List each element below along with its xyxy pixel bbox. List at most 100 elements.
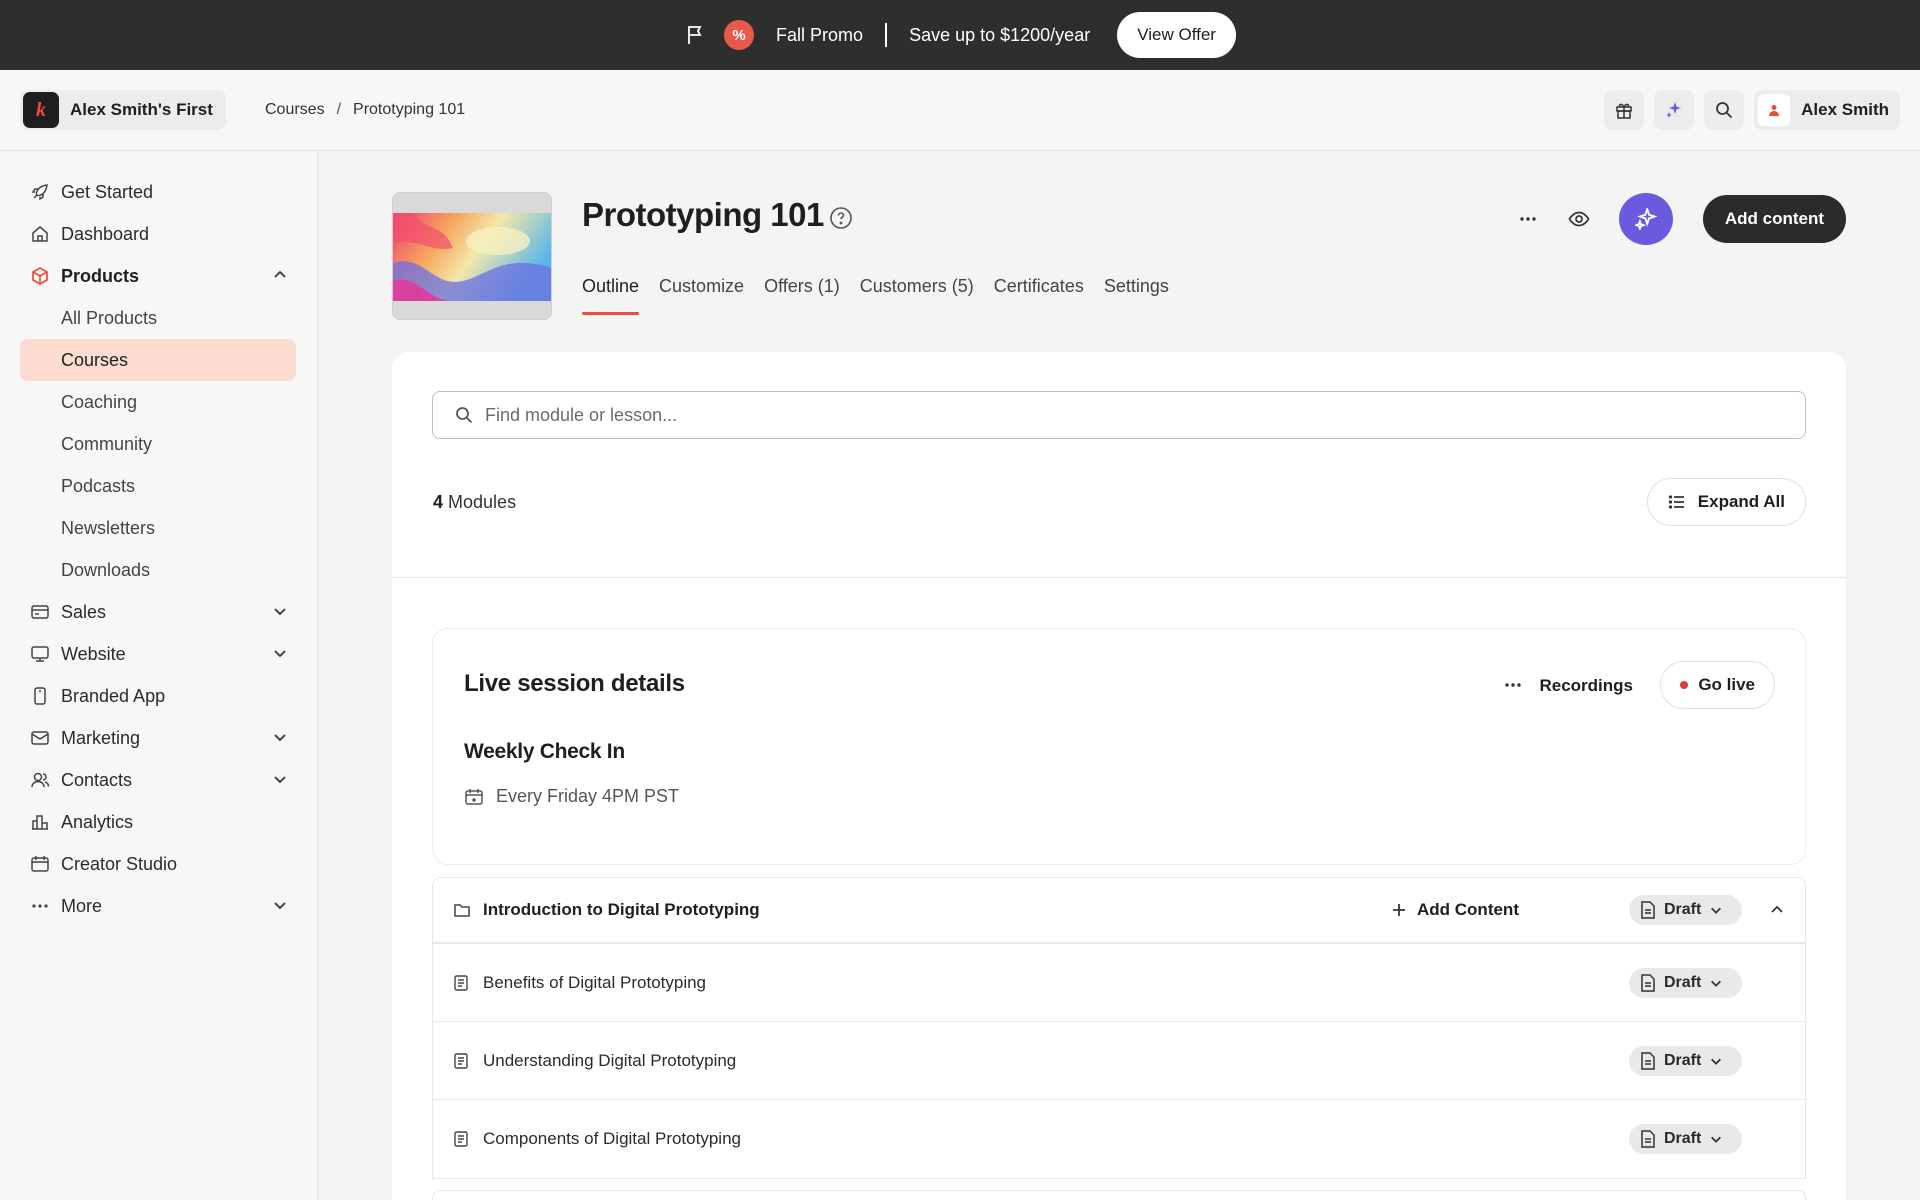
sidebar-item-downloads[interactable]: Downloads bbox=[20, 549, 296, 591]
add-module-content-button[interactable]: Add Content bbox=[1391, 900, 1519, 920]
more-options-button[interactable] bbox=[1510, 201, 1546, 237]
list-icon bbox=[1668, 495, 1684, 509]
sidebar-item-podcasts[interactable]: Podcasts bbox=[20, 465, 296, 507]
help-circle-icon[interactable] bbox=[829, 206, 853, 230]
sidebar-item-label: Products bbox=[61, 265, 140, 286]
status-dropdown[interactable]: Draft bbox=[1629, 895, 1742, 925]
expand-all-button[interactable]: Expand All bbox=[1646, 478, 1806, 526]
page-title: Prototyping 101 bbox=[582, 196, 824, 233]
eye-icon bbox=[1568, 211, 1590, 227]
add-content-button[interactable]: Add content bbox=[1702, 195, 1846, 243]
chevron-up-icon[interactable] bbox=[1769, 902, 1785, 918]
chevron-down-icon[interactable] bbox=[272, 897, 288, 913]
tab-customers[interactable]: Customers (5) bbox=[860, 276, 974, 315]
gift-button[interactable] bbox=[1604, 90, 1645, 130]
user-menu[interactable]: Alex Smith bbox=[1754, 90, 1900, 130]
sidebar-item-newsletters[interactable]: Newsletters bbox=[20, 507, 296, 549]
chevron-down-icon[interactable] bbox=[272, 645, 288, 661]
sidebar-item-sales[interactable]: Sales bbox=[20, 591, 296, 633]
sidebar-item-analytics[interactable]: Analytics bbox=[20, 801, 296, 843]
recordings-link[interactable]: Recordings bbox=[1539, 676, 1633, 696]
status-dropdown[interactable]: Draft bbox=[1629, 1124, 1742, 1154]
ai-assistant-button[interactable] bbox=[1618, 193, 1673, 245]
sidebar-item-community[interactable]: Community bbox=[20, 423, 296, 465]
section-divider bbox=[392, 577, 1846, 578]
module-count-label: Modules bbox=[448, 492, 517, 512]
view-offer-button[interactable]: View Offer bbox=[1117, 12, 1236, 58]
sidebar-item-label: Community bbox=[61, 433, 153, 454]
sidebar-item-website[interactable]: Website bbox=[20, 633, 296, 675]
sidebar-item-label: Website bbox=[61, 643, 126, 664]
course-cover-image bbox=[393, 193, 551, 319]
document-icon bbox=[1641, 901, 1655, 919]
mail-icon bbox=[29, 727, 51, 749]
sidebar-item-products[interactable]: Products bbox=[20, 255, 296, 297]
home-icon bbox=[29, 223, 51, 245]
lesson-row[interactable]: Benefits of Digital Prototyping Draft bbox=[432, 943, 1806, 1022]
sidebar-item-label: Get Started bbox=[61, 181, 154, 202]
outline-search[interactable] bbox=[432, 391, 1806, 439]
lesson-title: Benefits of Digital Prototyping bbox=[483, 972, 707, 992]
sidebar-item-marketing[interactable]: Marketing bbox=[20, 717, 296, 759]
box-icon bbox=[29, 265, 51, 287]
rocket-icon bbox=[29, 181, 51, 203]
module-count-value: 4 bbox=[433, 492, 444, 512]
chevron-up-icon[interactable] bbox=[272, 267, 288, 283]
module-row[interactable]: Introduction to Digital Prototyping Add … bbox=[432, 877, 1806, 943]
sidebar-item-get-started[interactable]: Get Started bbox=[20, 171, 296, 213]
course-thumbnail[interactable] bbox=[392, 192, 552, 320]
promo-badge-icon: % bbox=[724, 20, 755, 50]
sidebar-item-branded-app[interactable]: Branded App bbox=[20, 675, 296, 717]
tab-offers[interactable]: Offers (1) bbox=[764, 276, 840, 315]
sidebar-item-all-products[interactable]: All Products bbox=[20, 297, 296, 339]
workspace-switcher[interactable]: k Alex Smith's First bbox=[20, 90, 226, 130]
sidebar-item-more[interactable]: More bbox=[20, 885, 296, 927]
workspace-name: Alex Smith's First bbox=[70, 100, 213, 119]
status-dropdown[interactable]: Draft bbox=[1629, 967, 1742, 998]
dots-icon bbox=[29, 895, 51, 917]
plus-icon bbox=[1393, 904, 1405, 916]
user-name: Alex Smith bbox=[1801, 100, 1889, 119]
lesson-icon bbox=[454, 1052, 468, 1069]
more-horizontal-icon[interactable] bbox=[1503, 675, 1523, 695]
tab-outline[interactable]: Outline bbox=[582, 276, 640, 315]
sidebar-item-dashboard[interactable]: Dashboard bbox=[20, 213, 296, 255]
breadcrumb-courses[interactable]: Courses bbox=[265, 101, 325, 119]
search-input[interactable] bbox=[485, 404, 1685, 426]
session-name: Weekly Check In bbox=[464, 740, 625, 763]
chevron-down-icon[interactable] bbox=[272, 603, 288, 619]
search-button[interactable] bbox=[1704, 90, 1745, 130]
live-session-card: Live session details Recordings Go live … bbox=[432, 628, 1806, 865]
sidebar-item-coaching[interactable]: Coaching bbox=[20, 381, 296, 423]
folder-icon bbox=[454, 904, 470, 917]
lesson-row[interactable]: Understanding Digital Prototyping Draft bbox=[432, 1021, 1806, 1100]
go-live-label: Go live bbox=[1698, 675, 1755, 694]
lesson-row[interactable]: Components of Digital Prototyping Draft bbox=[432, 1099, 1806, 1179]
sidebar-item-label: Marketing bbox=[61, 727, 141, 748]
sidebar-item-courses[interactable]: Courses bbox=[20, 339, 296, 381]
breadcrumb: Courses / Prototyping 101 bbox=[265, 101, 465, 119]
promo-banner: % Fall Promo Save up to $1200/year View … bbox=[0, 0, 1920, 70]
chevron-down-icon[interactable] bbox=[272, 729, 288, 745]
live-dot-icon bbox=[1680, 681, 1689, 689]
tab-settings[interactable]: Settings bbox=[1104, 276, 1169, 315]
sidebar-item-label: Downloads bbox=[61, 559, 151, 580]
preview-button[interactable] bbox=[1561, 201, 1597, 237]
document-icon bbox=[1641, 1130, 1655, 1148]
sidebar-item-contacts[interactable]: Contacts bbox=[20, 759, 296, 801]
credit-card-icon bbox=[29, 601, 51, 623]
chevron-down-icon[interactable] bbox=[272, 771, 288, 787]
sidebar-item-label: Newsletters bbox=[61, 517, 156, 538]
status-label: Draft bbox=[1664, 1130, 1702, 1147]
go-live-button[interactable]: Go live bbox=[1660, 661, 1775, 709]
module-row-partial[interactable] bbox=[432, 1190, 1806, 1200]
ai-sparkle-button[interactable] bbox=[1654, 90, 1695, 130]
tab-customize[interactable]: Customize bbox=[659, 276, 744, 315]
sidebar-item-label: Coaching bbox=[61, 391, 138, 412]
product-tabs: Outline Customize Offers (1) Customers (… bbox=[582, 276, 1169, 315]
status-dropdown[interactable]: Draft bbox=[1629, 1045, 1742, 1076]
brand-logo: k bbox=[23, 92, 59, 128]
sidebar-item-creator-studio[interactable]: Creator Studio bbox=[20, 843, 296, 885]
tab-certificates[interactable]: Certificates bbox=[994, 276, 1084, 315]
search-icon bbox=[1716, 102, 1733, 119]
